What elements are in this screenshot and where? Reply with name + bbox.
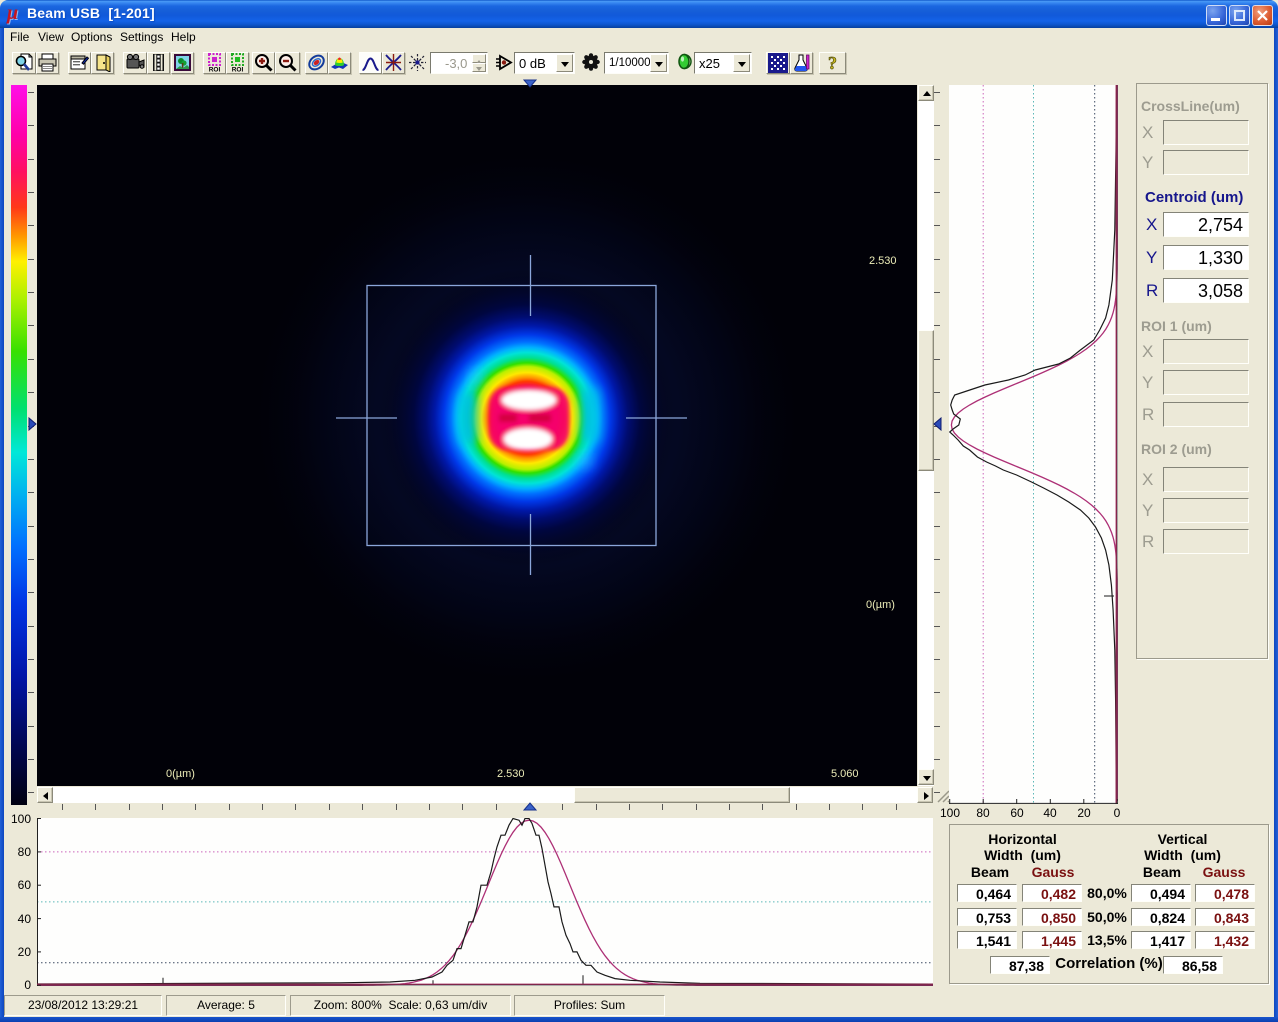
svg-text:5.060: 5.060: [831, 768, 859, 780]
svg-text:2.530: 2.530: [869, 255, 897, 267]
svg-text:?: ?: [828, 53, 837, 72]
svg-text:ROI: ROI: [232, 67, 244, 73]
svg-text:ROI: ROI: [209, 67, 221, 73]
svg-text:0(µm): 0(µm): [166, 768, 195, 780]
svg-text:2.530: 2.530: [497, 768, 525, 780]
svg-text:0(µm): 0(µm): [866, 599, 895, 611]
